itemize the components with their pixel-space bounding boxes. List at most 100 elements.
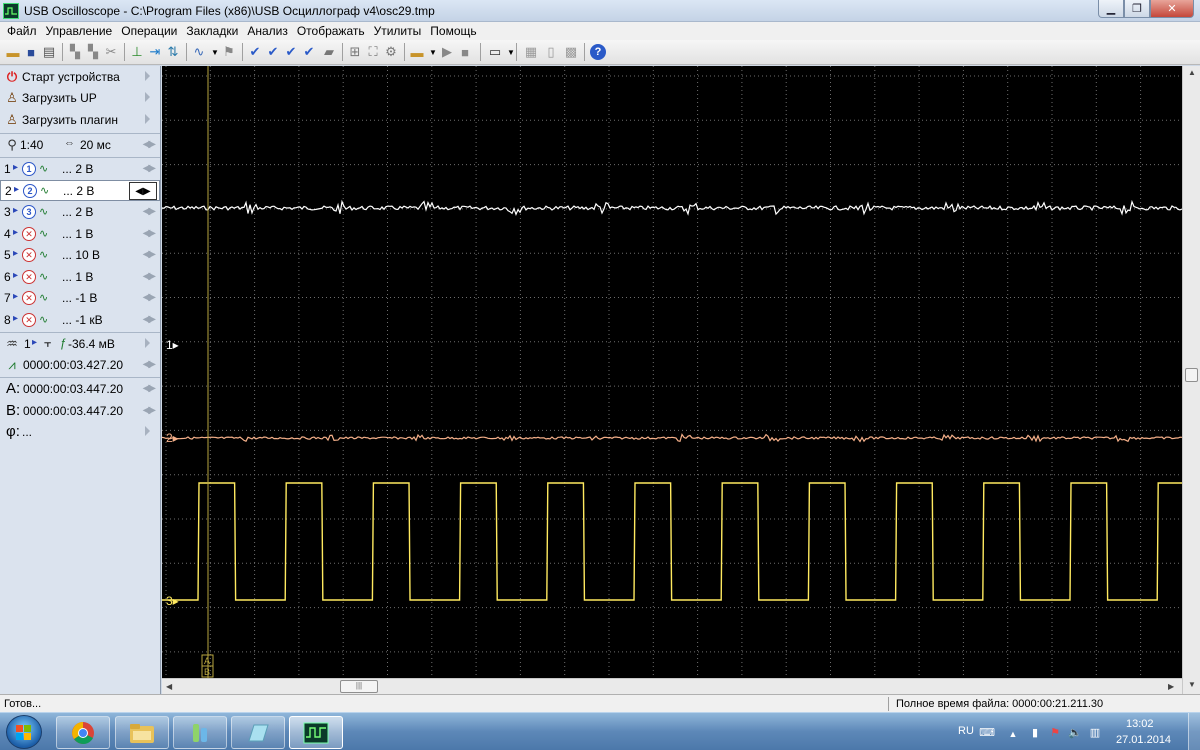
show-desktop-button[interactable] xyxy=(1188,713,1200,750)
channel-disabled-icon[interactable]: ✕ xyxy=(22,313,36,327)
print-icon[interactable]: ▤ xyxy=(40,43,58,61)
clock-date[interactable]: 27.01.2014 xyxy=(1116,734,1171,746)
delete-icon[interactable]: ▩ xyxy=(562,43,580,61)
menu-bookmarks[interactable]: Закладки xyxy=(183,22,244,40)
trigger-row[interactable]: ♒ 1 ▸ ⫟ ƒ -36.4 мВ xyxy=(0,334,160,355)
copy-icon[interactable]: ▚ xyxy=(66,43,84,61)
stepper-icon[interactable]: ◀▶ xyxy=(143,271,156,282)
settings-icon[interactable]: ⚙ xyxy=(382,43,400,61)
paste-icon[interactable]: ▚ xyxy=(84,43,102,61)
coupling-icon[interactable]: ∿ xyxy=(39,162,48,175)
bookmark-icon[interactable]: ⚑ xyxy=(220,43,238,61)
play-icon[interactable]: ▶ xyxy=(438,43,456,61)
oscilloscope-display[interactable]: A B 1▸ 2▸ 3▸ xyxy=(162,66,1182,678)
load-plugin-item[interactable]: ♙ Загрузить плагин xyxy=(0,110,160,131)
coupling-icon[interactable]: ∿ xyxy=(39,270,48,283)
channel-1-row[interactable]: 1 ▸ 1 ∿ ... 2 В ◀▶ xyxy=(0,159,160,180)
horizontal-scroll-thumb[interactable]: ||| xyxy=(340,680,378,693)
channel-enabled-icon[interactable]: 3 xyxy=(22,205,36,219)
language-indicator[interactable]: RU xyxy=(958,725,974,737)
close-button[interactable]: ✕ xyxy=(1150,0,1194,18)
check-all-icon[interactable]: ✔ xyxy=(264,43,282,61)
help-icon[interactable]: ? xyxy=(590,44,606,60)
stepper-icon[interactable]: ◀▶ xyxy=(143,139,156,150)
channel-4-row[interactable]: 4 ▸ ✕ ∿ ... 1 В ◀▶ xyxy=(0,224,160,245)
save-icon[interactable]: ■ xyxy=(22,43,40,61)
channel-2-row[interactable]: 2 ▸ 2 ∿ ... 2 В ◀▶ xyxy=(0,180,160,201)
check-icon[interactable]: ✔ xyxy=(246,43,264,61)
stepper-icon[interactable]: ◀▶ xyxy=(143,314,156,325)
marker-icon[interactable]: ⊥ xyxy=(128,43,146,61)
stepper-icon[interactable]: ◀▶ xyxy=(143,383,156,394)
stepper-icon[interactable]: ◀▶ xyxy=(143,163,156,174)
channel-5-row[interactable]: 5 ▸ ✕ ∿ ... 10 В ◀▶ xyxy=(0,245,160,266)
scroll-down-icon[interactable]: ▼ xyxy=(1188,680,1196,689)
taskbar-explorer[interactable] xyxy=(115,716,169,749)
battery-icon[interactable]: ▮ xyxy=(1028,725,1042,739)
flag-icon[interactable]: ⚑ xyxy=(1048,725,1062,739)
minimize-button[interactable]: ▁ xyxy=(1098,0,1124,18)
load-up-item[interactable]: ♙ Загрузить UP xyxy=(0,88,160,109)
check-range-icon[interactable]: ✔ xyxy=(282,43,300,61)
menu-file[interactable]: Файл xyxy=(4,22,43,40)
horizontal-scrollbar[interactable]: ◀ ||| ▶ xyxy=(162,678,1182,694)
grid-icon[interactable]: ⊞ xyxy=(346,43,364,61)
channel-disabled-icon[interactable]: ✕ xyxy=(22,270,36,284)
coupling-icon[interactable]: ∿ xyxy=(39,291,48,304)
coupling-icon[interactable]: ∿ xyxy=(39,248,48,261)
check-marks-icon[interactable]: ✔ xyxy=(300,43,318,61)
menu-analysis[interactable]: Анализ xyxy=(244,22,294,40)
taskbar-notes-app[interactable] xyxy=(231,716,285,749)
trigger-edge-icon[interactable]: ⫟ xyxy=(44,336,51,351)
chevron-down-icon[interactable]: ▼ xyxy=(502,43,520,61)
zoom-fit-icon[interactable]: ⛶ xyxy=(364,43,382,61)
menu-operations[interactable]: Операции xyxy=(118,22,183,40)
volume-icon[interactable]: 🔈 xyxy=(1068,725,1082,739)
scope-canvas[interactable]: A B 1▸ 2▸ 3▸ xyxy=(162,66,1182,678)
stepper-icon[interactable]: ◀▶ xyxy=(143,228,156,239)
cut-icon[interactable]: ✂ xyxy=(102,43,120,61)
oscilloscope-icon[interactable] xyxy=(3,3,19,19)
vertical-scroll-thumb[interactable] xyxy=(1185,368,1198,382)
channel-enabled-icon[interactable]: 1 xyxy=(22,162,36,176)
start-button[interactable] xyxy=(6,715,42,749)
channel-3-row[interactable]: 3 ▸ 3 ∿ ... 2 В ◀▶ xyxy=(0,202,160,223)
stepper-icon[interactable]: ◀▶ xyxy=(143,359,156,370)
stepper-icon[interactable]: ◀▶ xyxy=(143,206,156,217)
stepper-icon[interactable]: ◀▶ xyxy=(143,405,156,416)
coupling-icon[interactable]: ∿ xyxy=(39,227,48,240)
channel-disabled-icon[interactable]: ✕ xyxy=(22,227,36,241)
coupling-icon[interactable]: ∿ xyxy=(39,205,48,218)
menu-help[interactable]: Помощь xyxy=(427,22,482,40)
channel-7-row[interactable]: 7 ▸ ✕ ∿ ... -1 В ◀▶ xyxy=(0,288,160,309)
document-icon[interactable]: ▯ xyxy=(542,43,560,61)
axis-icon[interactable]: ⇅ xyxy=(164,43,182,61)
phase-row[interactable]: φ: ... xyxy=(0,422,160,443)
channel-8-row[interactable]: 8 ▸ ✕ ∿ ... -1 кВ ◀▶ xyxy=(0,310,160,331)
tray-expand-icon[interactable]: ▲ xyxy=(1006,727,1020,741)
timebase-value[interactable]: 20 мс xyxy=(80,138,111,152)
stop-icon[interactable]: ■ xyxy=(456,43,474,61)
taskbar-chemistry-app[interactable] xyxy=(173,716,227,749)
network-icon[interactable]: ▥ xyxy=(1088,725,1102,739)
start-device-item[interactable]: ⏻ Старт устройства xyxy=(0,67,160,88)
scroll-left-icon[interactable]: ◀ xyxy=(166,682,172,691)
coupling-icon[interactable]: ∿ xyxy=(39,313,48,326)
scale-stepper-button[interactable]: ◀▶ xyxy=(129,182,157,200)
menu-utilities[interactable]: Утилиты xyxy=(371,22,428,40)
vertical-scrollbar[interactable]: ▲ ▼ xyxy=(1182,66,1200,694)
menu-view[interactable]: Отображать xyxy=(294,22,371,40)
scroll-up-icon[interactable]: ▲ xyxy=(1188,68,1196,77)
eraser-icon[interactable]: ▰ xyxy=(320,43,338,61)
channel-disabled-icon[interactable]: ✕ xyxy=(22,248,36,262)
stepper-icon[interactable]: ◀▶ xyxy=(143,292,156,303)
stepper-icon[interactable]: ◀▶ xyxy=(143,249,156,260)
restore-button[interactable]: ❐ xyxy=(1124,0,1150,18)
scroll-right-icon[interactable]: ▶ xyxy=(1168,682,1174,691)
channel-enabled-icon[interactable]: 2 xyxy=(23,184,37,198)
menu-control[interactable]: Управление xyxy=(43,22,119,40)
magnifier-icon[interactable]: ⚲ xyxy=(4,137,20,153)
zoom-value[interactable]: 1:40 xyxy=(20,138,43,152)
taskbar-chrome[interactable] xyxy=(56,716,110,749)
measure-icon[interactable]: ⇥ xyxy=(146,43,164,61)
